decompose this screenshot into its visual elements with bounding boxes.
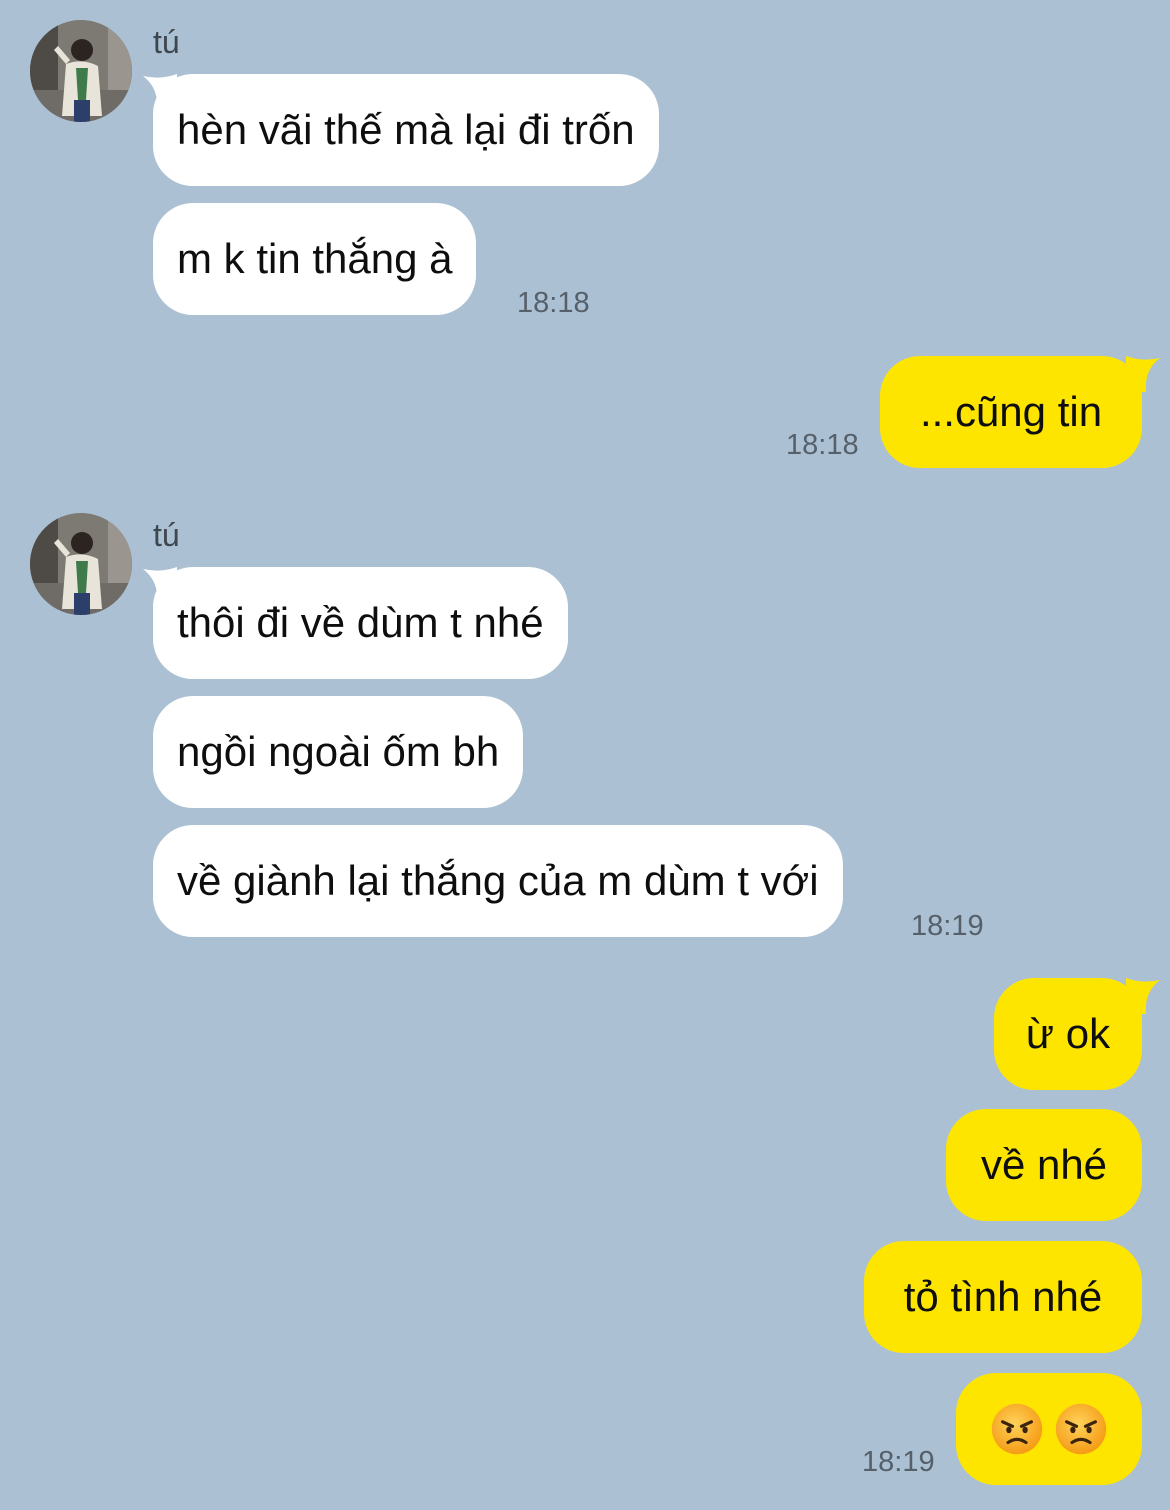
message-bubble[interactable]: hèn vãi thế mà lại đi trốn	[153, 74, 659, 186]
message-time: 18:18	[517, 287, 590, 319]
message-bubble[interactable]: ...cũng tin	[880, 356, 1142, 468]
emoji-message-bubble[interactable]	[956, 1373, 1142, 1485]
message-time: 18:19	[862, 1446, 935, 1478]
message-bubble[interactable]: về nhé	[946, 1109, 1142, 1221]
message-time: 18:18	[786, 429, 859, 461]
message-bubble[interactable]: tỏ tình nhé	[864, 1241, 1142, 1353]
message-bubble[interactable]: thôi đi về dùm t nhé	[153, 567, 568, 679]
angry-face-emoji	[990, 1402, 1044, 1456]
sender-name: tú	[153, 24, 180, 60]
message-time: 18:19	[911, 910, 984, 942]
contact-avatar[interactable]	[30, 513, 132, 615]
message-bubble[interactable]: ngồi ngoài ốm bh	[153, 696, 524, 808]
sender-name: tú	[153, 517, 180, 553]
angry-face-emoji	[1054, 1402, 1108, 1456]
message-bubble[interactable]: m k tin thắng à	[153, 203, 477, 315]
contact-avatar[interactable]	[30, 20, 132, 122]
message-bubble[interactable]: về giành lại thắng của m dùm t với	[153, 825, 843, 937]
message-bubble[interactable]: ừ ok	[994, 978, 1142, 1090]
